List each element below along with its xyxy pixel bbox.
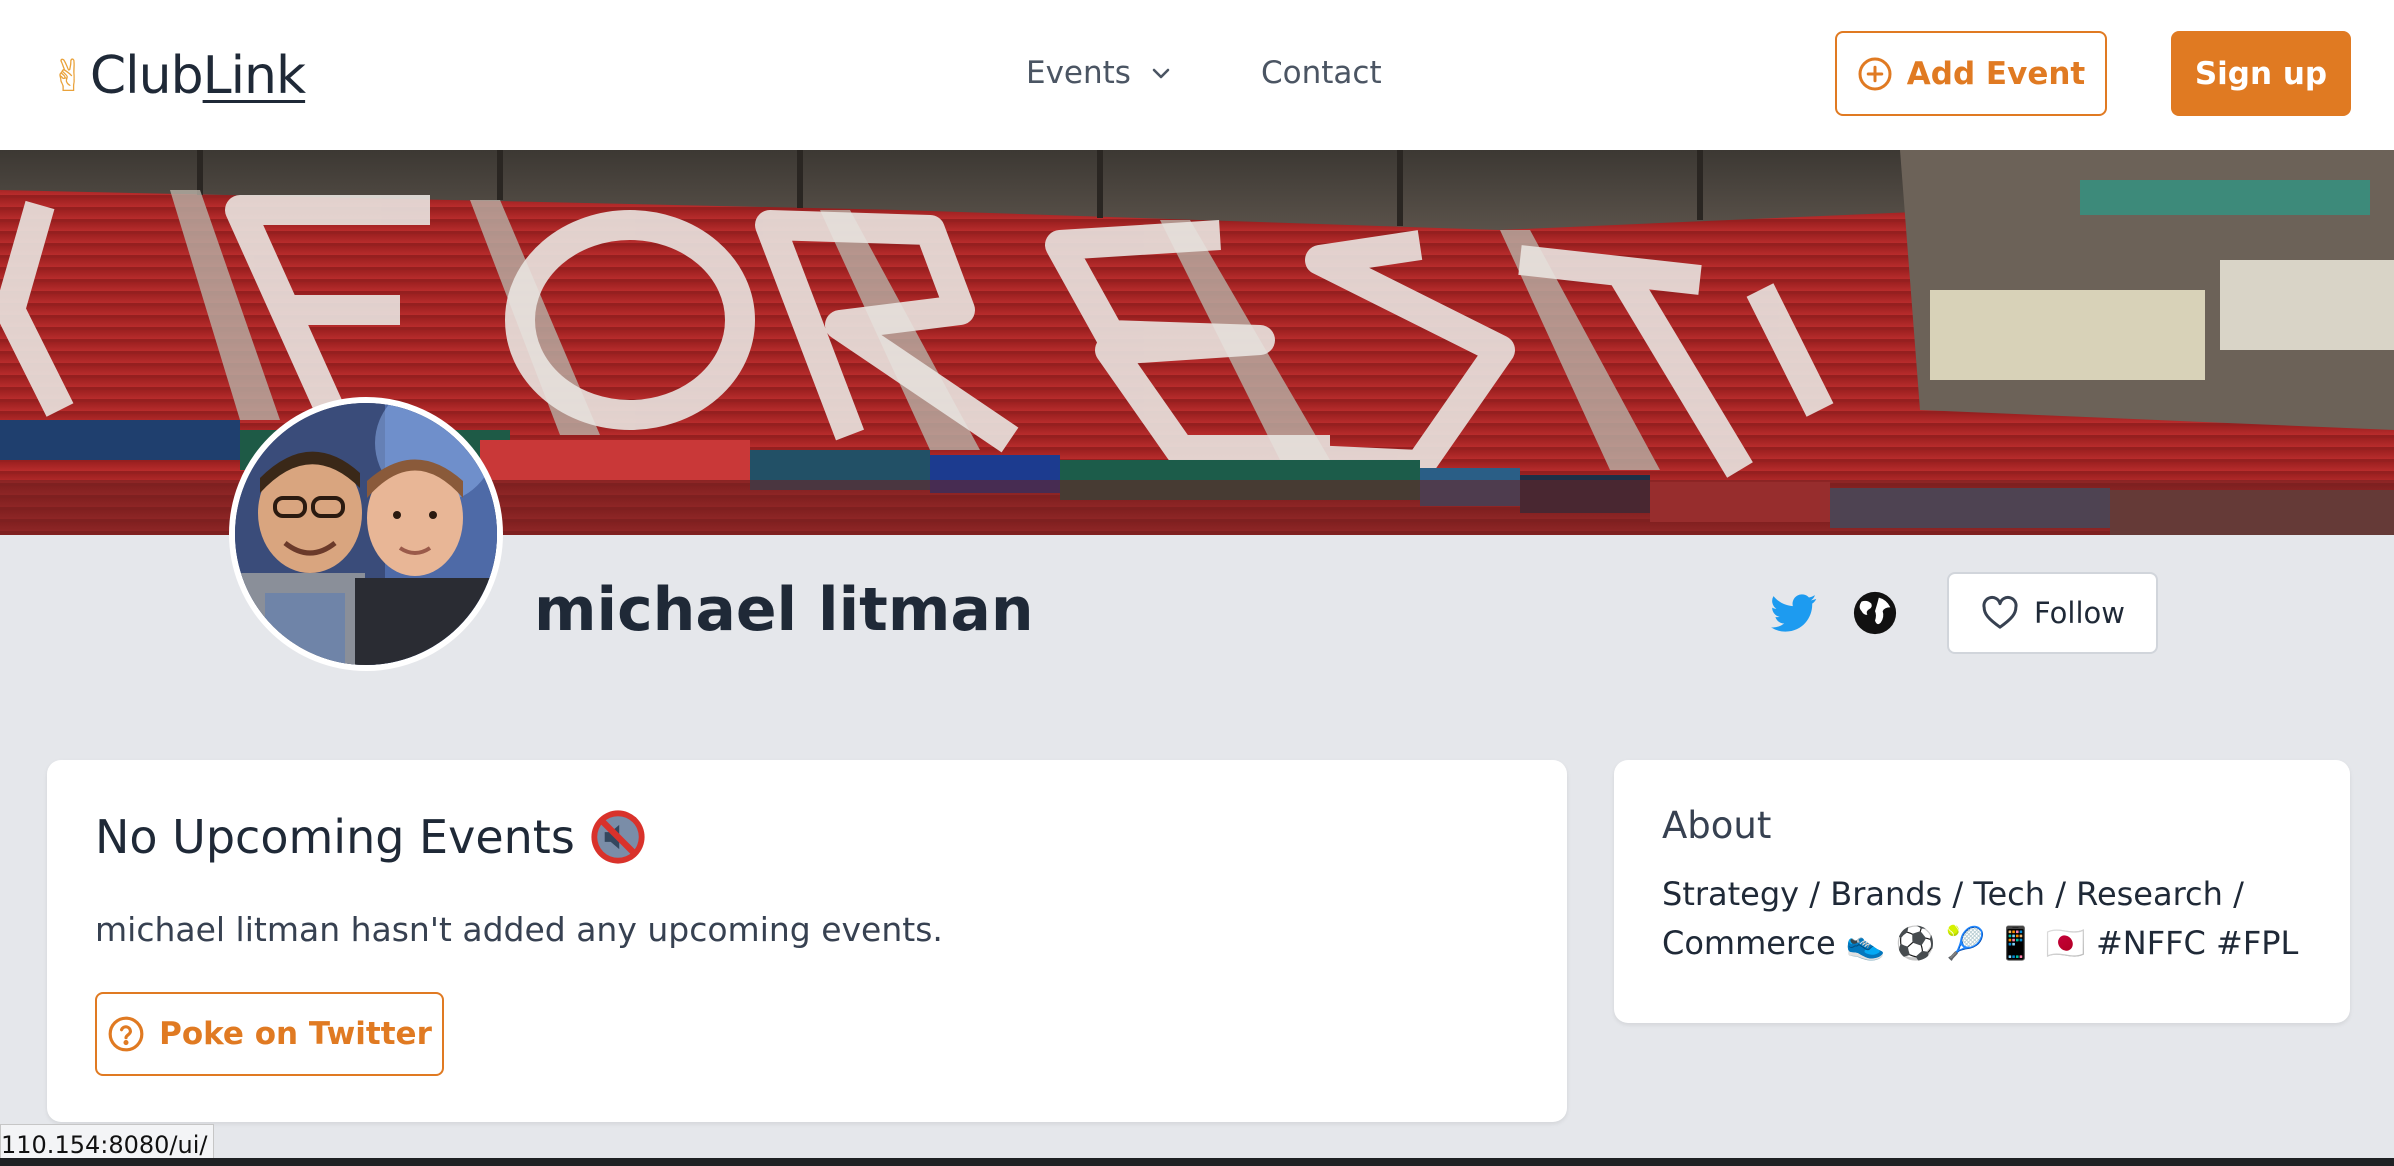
events-card-title: No Upcoming Events [95, 808, 647, 866]
profile-name: michael litman [534, 575, 1034, 645]
poke-on-twitter-button[interactable]: Poke on Twitter [95, 992, 444, 1076]
about-bio: Strategy / Brands / Tech / Research / Co… [1662, 875, 2299, 962]
add-event-label: Add Event [1906, 55, 2086, 92]
nav-events-label: Events [1026, 55, 1131, 91]
sign-up-button[interactable]: Sign up [2171, 31, 2351, 116]
heart-icon [1982, 595, 2018, 629]
nav-contact-label: Contact [1261, 55, 1382, 91]
logo-text-club: Club [89, 46, 204, 106]
about-card: About Strategy / Brands / Tech / Researc… [1614, 760, 2350, 1023]
globe-icon[interactable] [1852, 590, 1898, 636]
no-events-message: michael litman hasn't added any upcoming… [95, 910, 943, 949]
profile-avatar [229, 397, 503, 671]
add-event-button[interactable]: Add Event [1835, 31, 2107, 116]
logo-text-link: Link [202, 46, 306, 106]
nav-events-dropdown[interactable]: Events [1026, 50, 1173, 96]
follow-button[interactable]: Follow [1947, 572, 2158, 654]
bottom-bar [0, 1158, 2394, 1166]
clublink-logo[interactable]: ✌ Club Link [50, 46, 306, 106]
sign-up-label: Sign up [2194, 55, 2328, 92]
chevron-down-icon [1152, 68, 1170, 79]
nav-contact-link[interactable]: Contact [1261, 50, 1382, 96]
follow-label: Follow [2034, 596, 2125, 630]
upcoming-events-card: No Upcoming Events michael litman hasn't… [47, 760, 1567, 1122]
about-title: About [1662, 804, 1772, 847]
top-navbar: ✌ Club Link Events Contact Add Event Sign… [0, 0, 2394, 150]
muted-speaker-icon [591, 810, 645, 864]
poke-label: Poke on Twitter [159, 1016, 432, 1052]
victory-hand-icon: ✌ [50, 50, 87, 102]
plus-circle-icon [1858, 57, 1892, 90]
question-circle-icon [108, 1016, 144, 1052]
twitter-icon[interactable] [1771, 590, 1817, 636]
events-title-text: No Upcoming Events [95, 810, 575, 864]
